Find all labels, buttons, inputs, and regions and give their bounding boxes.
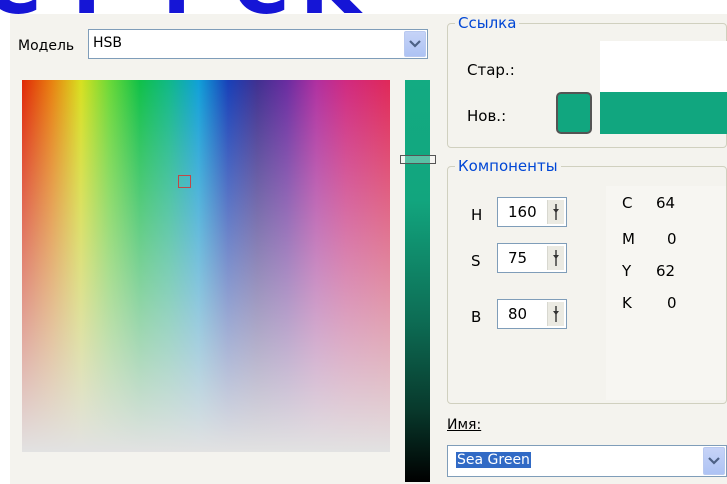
hue-label: H bbox=[471, 206, 483, 224]
model-dropdown-button[interactable] bbox=[404, 31, 426, 57]
model-select[interactable]: HSB bbox=[88, 29, 428, 59]
model-value: HSB bbox=[93, 35, 123, 51]
slider-thumb-icon bbox=[553, 306, 559, 322]
components-group-title: Компоненты bbox=[455, 157, 561, 175]
color-name-select[interactable]: Sea Green bbox=[447, 445, 727, 477]
banner-glyph: K bbox=[300, 0, 360, 22]
banner-glyph: C bbox=[0, 0, 41, 22]
magenta-label: M bbox=[622, 230, 635, 248]
banner-glyph: T bbox=[150, 0, 203, 22]
color-spectrum-field[interactable] bbox=[22, 80, 390, 452]
black-label: K bbox=[622, 294, 632, 312]
chevron-down-icon bbox=[708, 457, 720, 465]
slider-thumb-icon bbox=[553, 250, 559, 266]
cyan-value: 64 bbox=[656, 194, 676, 212]
saturation-field[interactable]: 75 bbox=[497, 243, 567, 273]
hue-value: 160 bbox=[508, 203, 537, 221]
banner-glyph: T bbox=[60, 0, 113, 22]
saturation-value: 75 bbox=[508, 249, 528, 267]
reference-group-title: Ссылка bbox=[455, 14, 520, 32]
hue-spinner[interactable] bbox=[547, 200, 564, 224]
brightness-label: B bbox=[471, 308, 482, 326]
saturation-label: S bbox=[471, 252, 481, 270]
color-name-value: Sea Green bbox=[456, 452, 531, 468]
chevron-down-icon bbox=[409, 40, 421, 48]
new-color-chip[interactable] bbox=[556, 92, 592, 134]
hue-field[interactable]: 160 bbox=[497, 197, 567, 227]
color-name-dropdown-button[interactable] bbox=[703, 447, 725, 475]
brightness-field[interactable]: 80 bbox=[497, 299, 567, 329]
slider-thumb-icon bbox=[553, 204, 559, 220]
banner-text: C T T C K bbox=[0, 0, 727, 22]
old-color-label: Стар.: bbox=[467, 61, 515, 79]
slider-handle[interactable] bbox=[400, 155, 436, 164]
cmyk-panel bbox=[606, 186, 726, 400]
brightness-value: 80 bbox=[508, 305, 528, 323]
banner-glyph: C bbox=[232, 0, 289, 22]
old-color-swatch bbox=[600, 41, 727, 92]
new-color-label: Нов.: bbox=[467, 107, 507, 125]
saturation-spinner[interactable] bbox=[547, 246, 564, 270]
yellow-label: Y bbox=[622, 262, 632, 280]
new-color-swatch bbox=[600, 92, 727, 134]
color-selection-marker[interactable] bbox=[178, 175, 191, 188]
name-label: Имя: bbox=[447, 417, 482, 433]
brightness-spinner[interactable] bbox=[547, 302, 564, 326]
black-value: 0 bbox=[667, 294, 677, 312]
magenta-value: 0 bbox=[667, 230, 677, 248]
model-label: Модель bbox=[18, 38, 75, 54]
yellow-value: 62 bbox=[656, 262, 676, 280]
brightness-slider[interactable] bbox=[405, 80, 430, 482]
cyan-label: C bbox=[622, 194, 633, 212]
